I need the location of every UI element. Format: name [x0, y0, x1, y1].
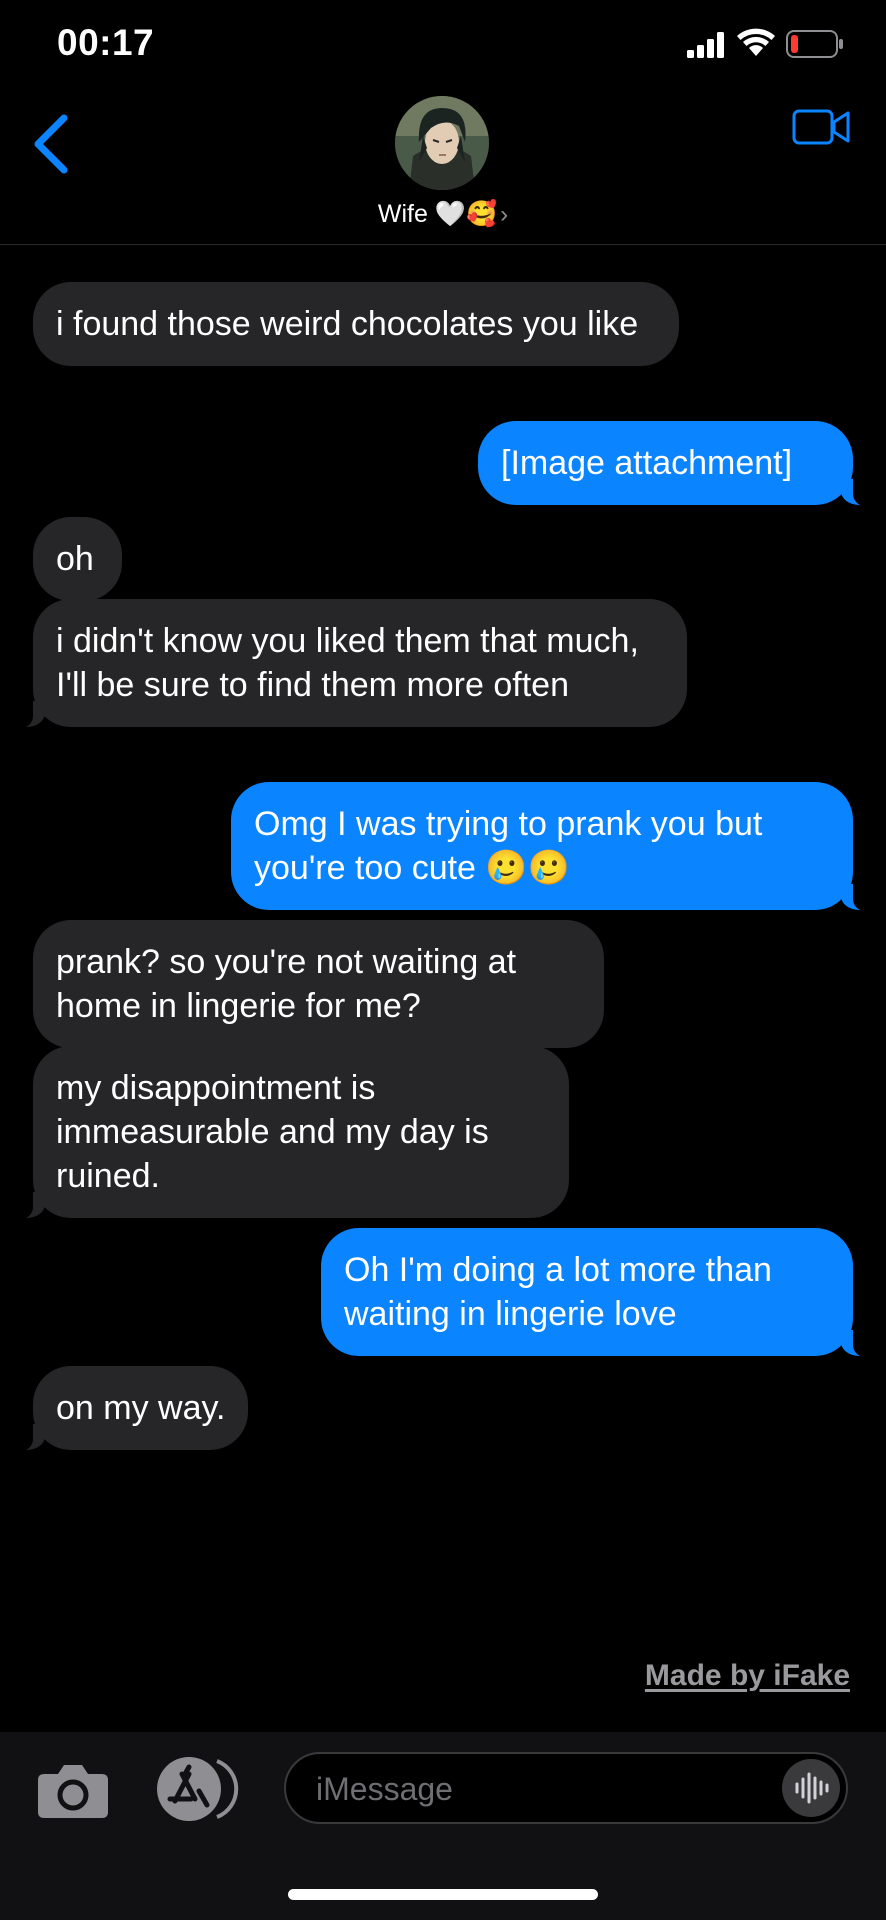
message-input[interactable]: [314, 1764, 738, 1814]
message-bubble-received[interactable]: i didn't know you liked them that much, …: [13, 599, 687, 728]
message-bubble-sent[interactable]: Oh I'm doing a lot more than waiting in …: [321, 1228, 873, 1357]
contact-name: Wife 🤍🥰: [377, 200, 498, 228]
message-bubble-received[interactable]: oh: [33, 517, 122, 601]
chevron-right-icon: ›: [500, 201, 509, 228]
battery-low-icon: [786, 30, 843, 58]
message-bubble-received[interactable]: my disappointment is immeasurable and my…: [13, 1046, 569, 1219]
watermark-text: Made by iFake: [644, 1659, 850, 1692]
message-bubble-received[interactable]: on my way.: [12, 1366, 249, 1451]
audio-waveform-icon: [795, 1772, 829, 1804]
app-store-icon[interactable]: [155, 1755, 239, 1823]
back-chevron-icon[interactable]: [28, 104, 78, 184]
message-bubble-received[interactable]: prank? so you're not waiting at home in …: [33, 920, 604, 1048]
conversation-header: Wife 🤍🥰 ›: [0, 92, 886, 245]
home-indicator[interactable]: [288, 1889, 598, 1900]
signal-icon: [687, 32, 724, 58]
status-time: 00:17: [57, 22, 155, 63]
message-input-field[interactable]: [284, 1752, 848, 1824]
message-bubble-sent[interactable]: Omg I was trying to prank you but you're…: [231, 782, 873, 911]
message-bubble-sent[interactable]: [Image attachment]: [478, 421, 873, 506]
status-bar: 00:17: [0, 0, 886, 92]
message-bubble-received[interactable]: i found those weird chocolates you like: [33, 282, 679, 366]
contact-name-button[interactable]: Wife 🤍🥰 ›: [0, 200, 886, 229]
contact-avatar[interactable]: [395, 96, 489, 190]
wifi-icon: [737, 28, 775, 56]
audio-message-button[interactable]: [782, 1759, 840, 1817]
video-camera-icon[interactable]: [792, 106, 852, 148]
camera-icon[interactable]: [36, 1760, 110, 1820]
